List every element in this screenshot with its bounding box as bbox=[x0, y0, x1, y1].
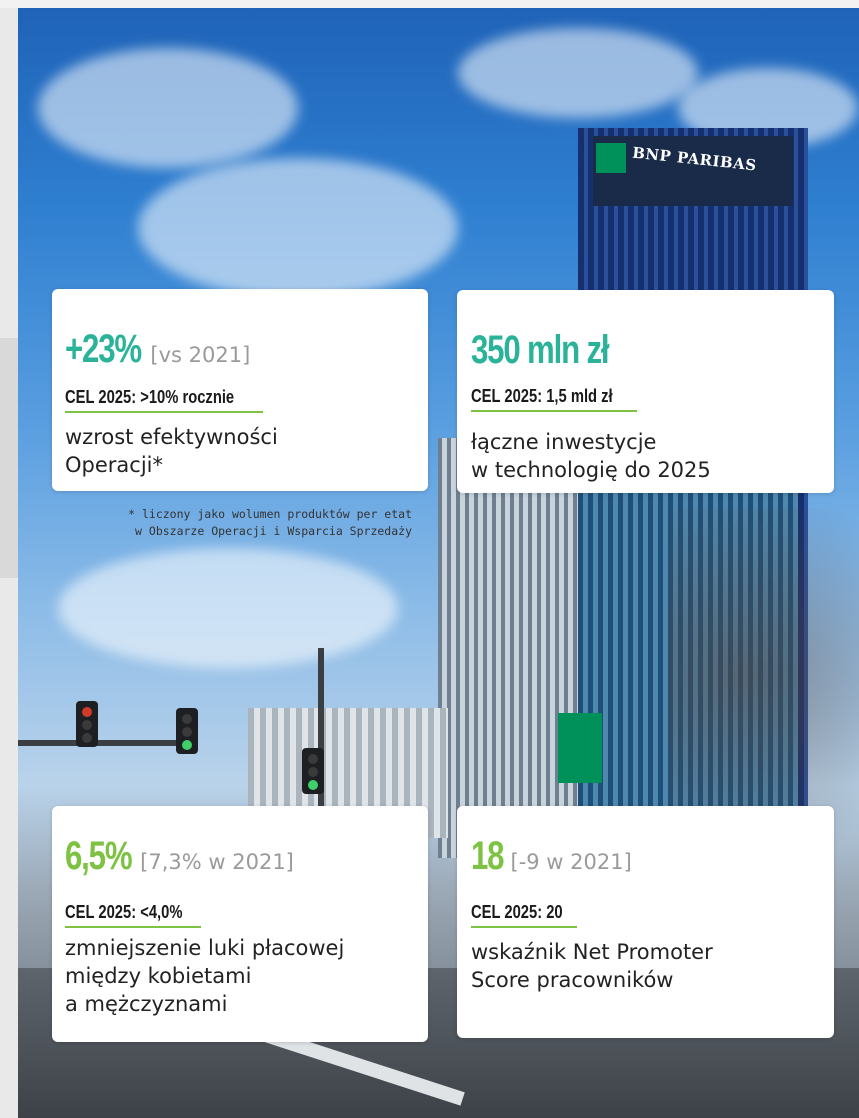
kpi-description: zmniejszenie luki płacowej między kobiet… bbox=[65, 936, 345, 1016]
kpi-card-efficiency: +23% [vs 2021] CEL 2025: >10% rocznie wz… bbox=[52, 289, 428, 491]
goal-underline bbox=[471, 410, 637, 412]
goal-underline bbox=[471, 926, 577, 928]
kpi-comparison: [-9 w 2021] bbox=[510, 850, 632, 874]
goal-underline bbox=[65, 926, 201, 928]
kpi-comparison: [vs 2021] bbox=[150, 343, 251, 367]
kpi-goal: CEL 2025: 1,5 mld zł bbox=[471, 386, 613, 406]
kpi-card-tech-investment: 350 mln zł CEL 2025: 1,5 mld zł łączne i… bbox=[457, 290, 834, 493]
kpi-value: +23% bbox=[65, 327, 142, 371]
kpi-value: 6,5% bbox=[65, 834, 133, 878]
kpi-goal: CEL 2025: 20 bbox=[471, 902, 563, 922]
kpi-description: wskaźnik Net Promoter Score pracowników bbox=[471, 940, 713, 992]
kpi-description: łączne inwestycje w technologię do 2025 bbox=[471, 430, 711, 482]
kpi-card-pay-gap: 6,5% [7,3% w 2021] CEL 2025: <4,0% zmnie… bbox=[52, 806, 428, 1042]
kpi-comparison: [7,3% w 2021] bbox=[140, 850, 294, 874]
left-page-strip bbox=[0, 8, 18, 1118]
kpi-value: 18 bbox=[471, 834, 505, 878]
kpi-value: 350 mln zł bbox=[471, 328, 610, 372]
kpi-description: wzrost efektywności Operacji* bbox=[65, 425, 278, 477]
footnote: * liczony jako wolumen produktów per eta… bbox=[128, 507, 412, 538]
goal-underline bbox=[65, 411, 263, 413]
bnp-logo-icon bbox=[596, 143, 626, 173]
kpi-goal: CEL 2025: <4,0% bbox=[65, 902, 183, 922]
kpi-card-employee-nps: 18 [-9 w 2021] CEL 2025: 20 wskaźnik Net… bbox=[457, 806, 834, 1038]
kpi-goal: CEL 2025: >10% rocznie bbox=[65, 387, 235, 407]
